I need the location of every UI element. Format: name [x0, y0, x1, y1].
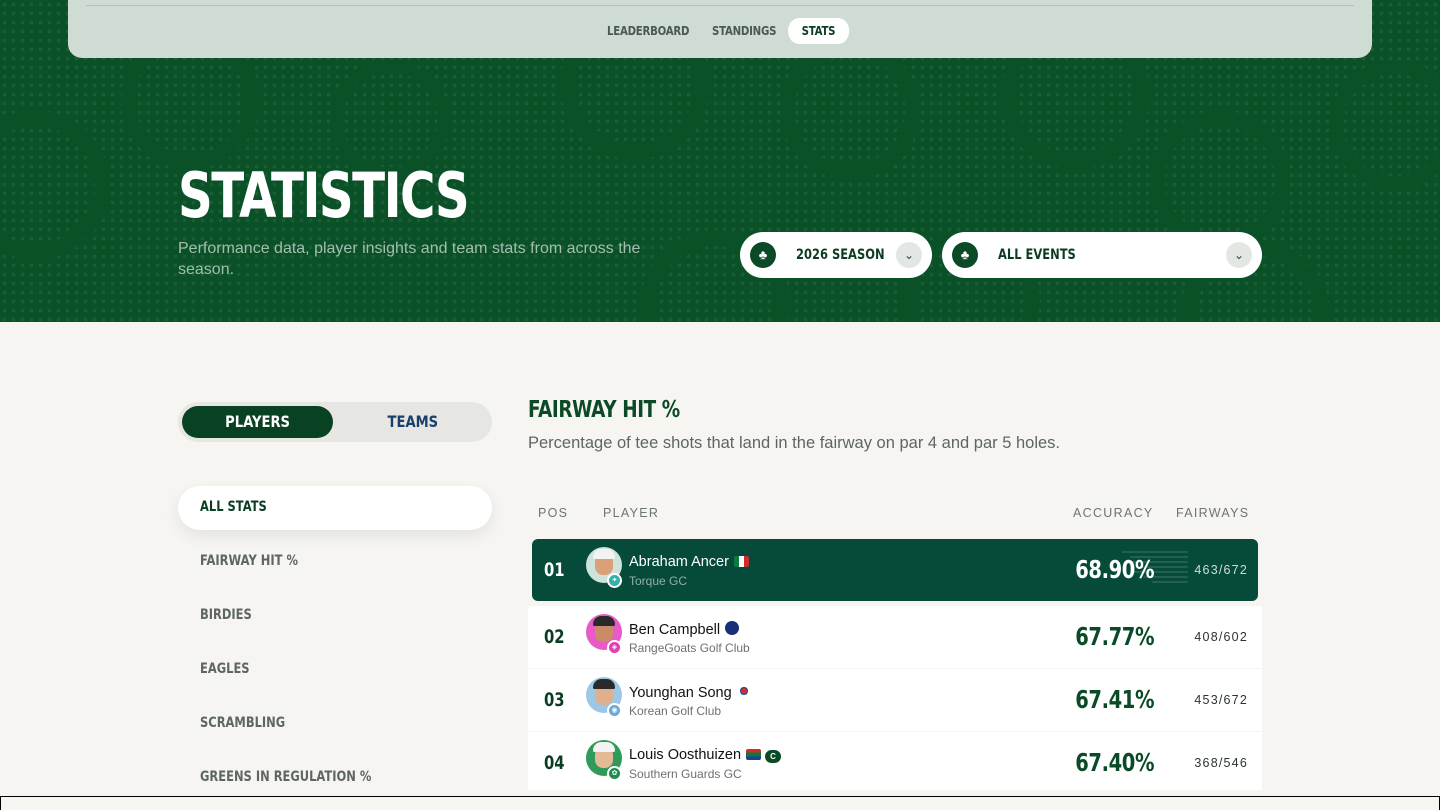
accuracy-value: 68.90% [1075, 555, 1154, 584]
teams-toggle-button[interactable]: TEAMS [338, 406, 488, 438]
table-row[interactable]: 02 ◈ Ben Campbell RangeGoats Golf Club 6… [528, 606, 1262, 668]
team-name: Torque GC [629, 574, 688, 588]
team-logo-icon: ✿ [607, 766, 622, 781]
row-position: 03 [544, 689, 565, 711]
accuracy-value: 67.77% [1075, 622, 1154, 651]
fairways-value: 408/602 [1194, 630, 1248, 644]
fairways-value: 453/672 [1194, 693, 1248, 707]
sidebar-item-eagles[interactable]: EAGLES [200, 659, 250, 679]
row-position: 01 [544, 559, 565, 581]
accuracy-value: 67.40% [1075, 748, 1154, 777]
team-logo-icon: ◉ [607, 703, 622, 718]
team-name: Korean Golf Club [629, 704, 722, 718]
sidebar-item-scrambling[interactable]: SCRAMBLING [200, 713, 285, 733]
column-header-player: PLAYER [603, 506, 660, 520]
teams-toggle-label: TEAMS [387, 412, 439, 431]
hero-pattern-blob [780, 40, 920, 180]
window-bottom-edge [0, 796, 1440, 810]
league-logo-icon: ♣ [952, 242, 978, 268]
player-name[interactable]: Louis Oosthuizen [629, 747, 741, 763]
team-logo-icon: ◈ [607, 640, 622, 655]
team-name: RangeGoats Golf Club [629, 641, 750, 655]
new-zealand-flag-icon [725, 621, 740, 635]
row-position: 04 [544, 752, 565, 774]
divider [86, 5, 1354, 6]
tab-stats[interactable]: STATS [788, 18, 849, 44]
sidebar-item-all-stats-label[interactable]: ALL STATS [200, 497, 267, 517]
accuracy-value: 67.41% [1075, 685, 1154, 714]
column-header-pos: POS [538, 506, 569, 520]
season-select[interactable]: ♣ 2026 SEASON ⌄ [740, 232, 932, 278]
season-select-value: 2026 SEASON [796, 247, 885, 263]
table-row[interactable]: 04 ✿ Louis Oosthuizen C Southern Guards G… [528, 732, 1262, 790]
page-title: STATISTICS [178, 159, 470, 232]
event-select-value: ALL EVENTS [998, 247, 1076, 263]
south-africa-flag-icon [746, 749, 762, 760]
chevron-down-icon[interactable]: ⌄ [1226, 242, 1252, 268]
team-name: Southern Guards GC [629, 767, 742, 781]
hero-pattern-blob [1150, 110, 1290, 250]
stat-title: FAIRWAY HIT % [528, 397, 680, 423]
fairways-value: 463/672 [1194, 563, 1248, 577]
top-nav: LEADERBOARD STANDINGS STATS [68, 0, 1372, 58]
south-korea-flag-icon [736, 684, 751, 698]
captain-badge: C [765, 750, 782, 763]
page-subtitle: Performance data, player insights and te… [178, 240, 641, 278]
event-select[interactable]: ♣ ALL EVENTS ⌄ [942, 232, 1262, 278]
player-name[interactable]: Abraham Ancer [629, 554, 729, 570]
column-header-accuracy[interactable]: ACCURACY [1073, 505, 1154, 521]
player-name[interactable]: Younghan Song [629, 685, 732, 701]
players-toggle-button[interactable]: PLAYERS [182, 406, 333, 438]
row-position: 02 [544, 626, 565, 648]
team-logo-icon: ✦ [607, 573, 622, 588]
stat-description: Percentage of tee shots that land in the… [528, 434, 1061, 452]
tab-leaderboard[interactable]: LEADERBOARD [607, 18, 689, 44]
table-row[interactable]: 01 ✦ Abraham Ancer Torque GC 68.90% 463/… [532, 539, 1258, 601]
fairways-value: 368/546 [1194, 756, 1248, 770]
sidebar-item-greens-in-regulation[interactable]: GREENS IN REGULATION % [200, 767, 371, 787]
sidebar-item-birdies[interactable]: BIRDIES [200, 605, 252, 625]
tab-standings[interactable]: STANDINGS [712, 18, 776, 44]
table-row[interactable]: 03 ◉ Younghan Song Korean Golf Club 67.4… [528, 669, 1262, 731]
players-toggle-label: PLAYERS [225, 412, 290, 431]
sidebar-item-fairway-hit[interactable]: FAIRWAY HIT % [200, 551, 298, 571]
column-header-fairways[interactable]: FAIRWAYS [1176, 505, 1249, 521]
players-teams-toggle: PLAYERS TEAMS [178, 402, 492, 442]
mexico-flag-icon [733, 556, 749, 567]
chevron-down-icon[interactable]: ⌄ [896, 242, 922, 268]
player-name[interactable]: Ben Campbell [629, 622, 720, 638]
league-logo-icon: ♣ [750, 242, 776, 268]
